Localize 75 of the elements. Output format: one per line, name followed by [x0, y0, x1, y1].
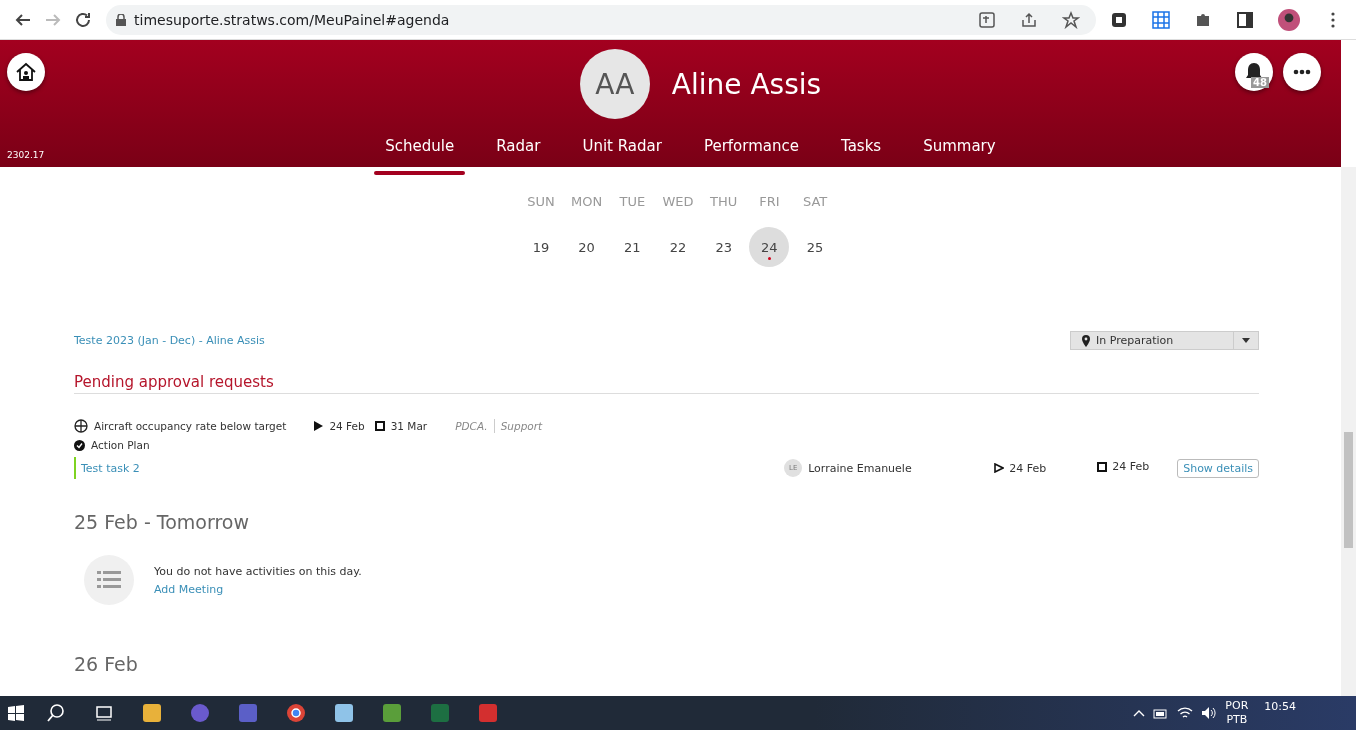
weekday-label: THU — [709, 194, 739, 209]
weekday-label: TUE — [618, 194, 647, 209]
weekday-label: WED — [661, 194, 695, 209]
grid-icon[interactable] — [1152, 10, 1170, 29]
play-icon — [314, 421, 324, 431]
status-dropdown[interactable]: In Preparation — [1070, 331, 1259, 350]
speaker-icon[interactable] — [1201, 706, 1218, 720]
notifications-button[interactable] — [1235, 53, 1273, 91]
section-title: Pending approval requests — [74, 373, 1259, 394]
calendar-day[interactable]: 20 — [566, 227, 607, 267]
start-date: 24 Feb — [329, 420, 365, 432]
list-icon — [84, 555, 134, 605]
stop-icon — [374, 421, 385, 431]
profile-avatar[interactable] — [1278, 8, 1300, 31]
day-heading: 26 Feb — [74, 653, 139, 675]
end-date: 24 Feb — [1112, 460, 1150, 473]
calendar-day[interactable]: 21 — [612, 227, 653, 267]
nav-tab[interactable]: Radar — [475, 131, 562, 167]
share-icon[interactable] — [1020, 10, 1038, 29]
show-details-button[interactable]: Show details — [1177, 458, 1259, 478]
start-icon[interactable] — [8, 705, 24, 721]
more-icon — [1293, 69, 1311, 75]
calendar-day[interactable]: 25 — [795, 227, 836, 267]
calendar-day[interactable]: 24 — [749, 227, 790, 267]
goal-link[interactable]: Teste 2023 (Jan - Dec) - Aline Assis — [74, 334, 265, 347]
request-title: Aircraft occupancy rate below target — [94, 420, 287, 432]
weekday-label: FRI — [758, 194, 781, 209]
weekday-label: SAT — [801, 194, 829, 209]
search-icon[interactable] — [46, 703, 66, 723]
reload-icon[interactable] — [74, 10, 92, 29]
check-circle-icon — [74, 439, 85, 451]
play-icon — [994, 463, 1005, 473]
weekday-label: MON — [570, 194, 604, 209]
add-meeting-link[interactable]: Add Meeting — [154, 582, 362, 596]
calendar-day[interactable]: 19 — [520, 227, 561, 267]
pin-icon — [1079, 334, 1093, 347]
user-name: Aline Assis — [671, 67, 822, 101]
home-icon — [15, 61, 37, 83]
nav-tab[interactable]: Summary — [902, 131, 1017, 167]
request-type: Action Plan — [91, 439, 150, 451]
language-indicator[interactable]: POR PTB — [1225, 698, 1249, 728]
stop-icon — [1097, 461, 1108, 472]
address-bar[interactable]: timesuporte.stratws.com/MeuPainel#agenda — [106, 4, 1096, 35]
calendar-day[interactable]: 23 — [703, 227, 744, 267]
notification-count: 48 — [1251, 77, 1269, 88]
lock-icon — [116, 13, 126, 26]
battery-icon[interactable] — [1153, 707, 1170, 719]
chrome-icon[interactable] — [286, 703, 306, 723]
area-label: Support — [500, 420, 543, 432]
nav-tab[interactable]: Performance — [682, 131, 820, 167]
task-view-icon[interactable] — [94, 703, 114, 723]
nav-tab[interactable]: Tasks — [819, 131, 903, 167]
assignee-name: Lorraine Emanuele — [808, 461, 912, 475]
task-link[interactable]: Test task 2 — [81, 461, 140, 475]
extension-icon[interactable] — [1110, 10, 1128, 29]
crosshair-icon — [74, 419, 88, 433]
day-heading: 25 Feb - Tomorrow — [74, 511, 250, 533]
caret-icon — [1242, 338, 1250, 343]
home-button[interactable] — [7, 53, 45, 91]
nav-tab[interactable]: Unit Radar — [561, 131, 683, 167]
star-icon[interactable] — [1062, 10, 1080, 29]
empty-message: You do not have activities on this day. — [154, 564, 362, 578]
calendar-day[interactable]: 22 — [658, 227, 698, 267]
end-date: 31 Mar — [390, 420, 428, 432]
weekday-label: SUN — [526, 194, 556, 209]
version-label: 2302.17 — [7, 150, 45, 160]
user-avatar: AA — [579, 49, 650, 119]
side-panel-icon[interactable] — [1236, 10, 1254, 29]
chevron-up-icon[interactable] — [1133, 709, 1146, 717]
wifi-icon[interactable] — [1177, 706, 1194, 720]
clock[interactable]: 10:54 — [1264, 699, 1296, 713]
nav-tab[interactable]: Schedule — [364, 131, 476, 167]
start-date: 24 Feb — [1009, 461, 1047, 475]
method-label: PDCA. — [455, 420, 488, 432]
more-button[interactable] — [1283, 53, 1321, 91]
